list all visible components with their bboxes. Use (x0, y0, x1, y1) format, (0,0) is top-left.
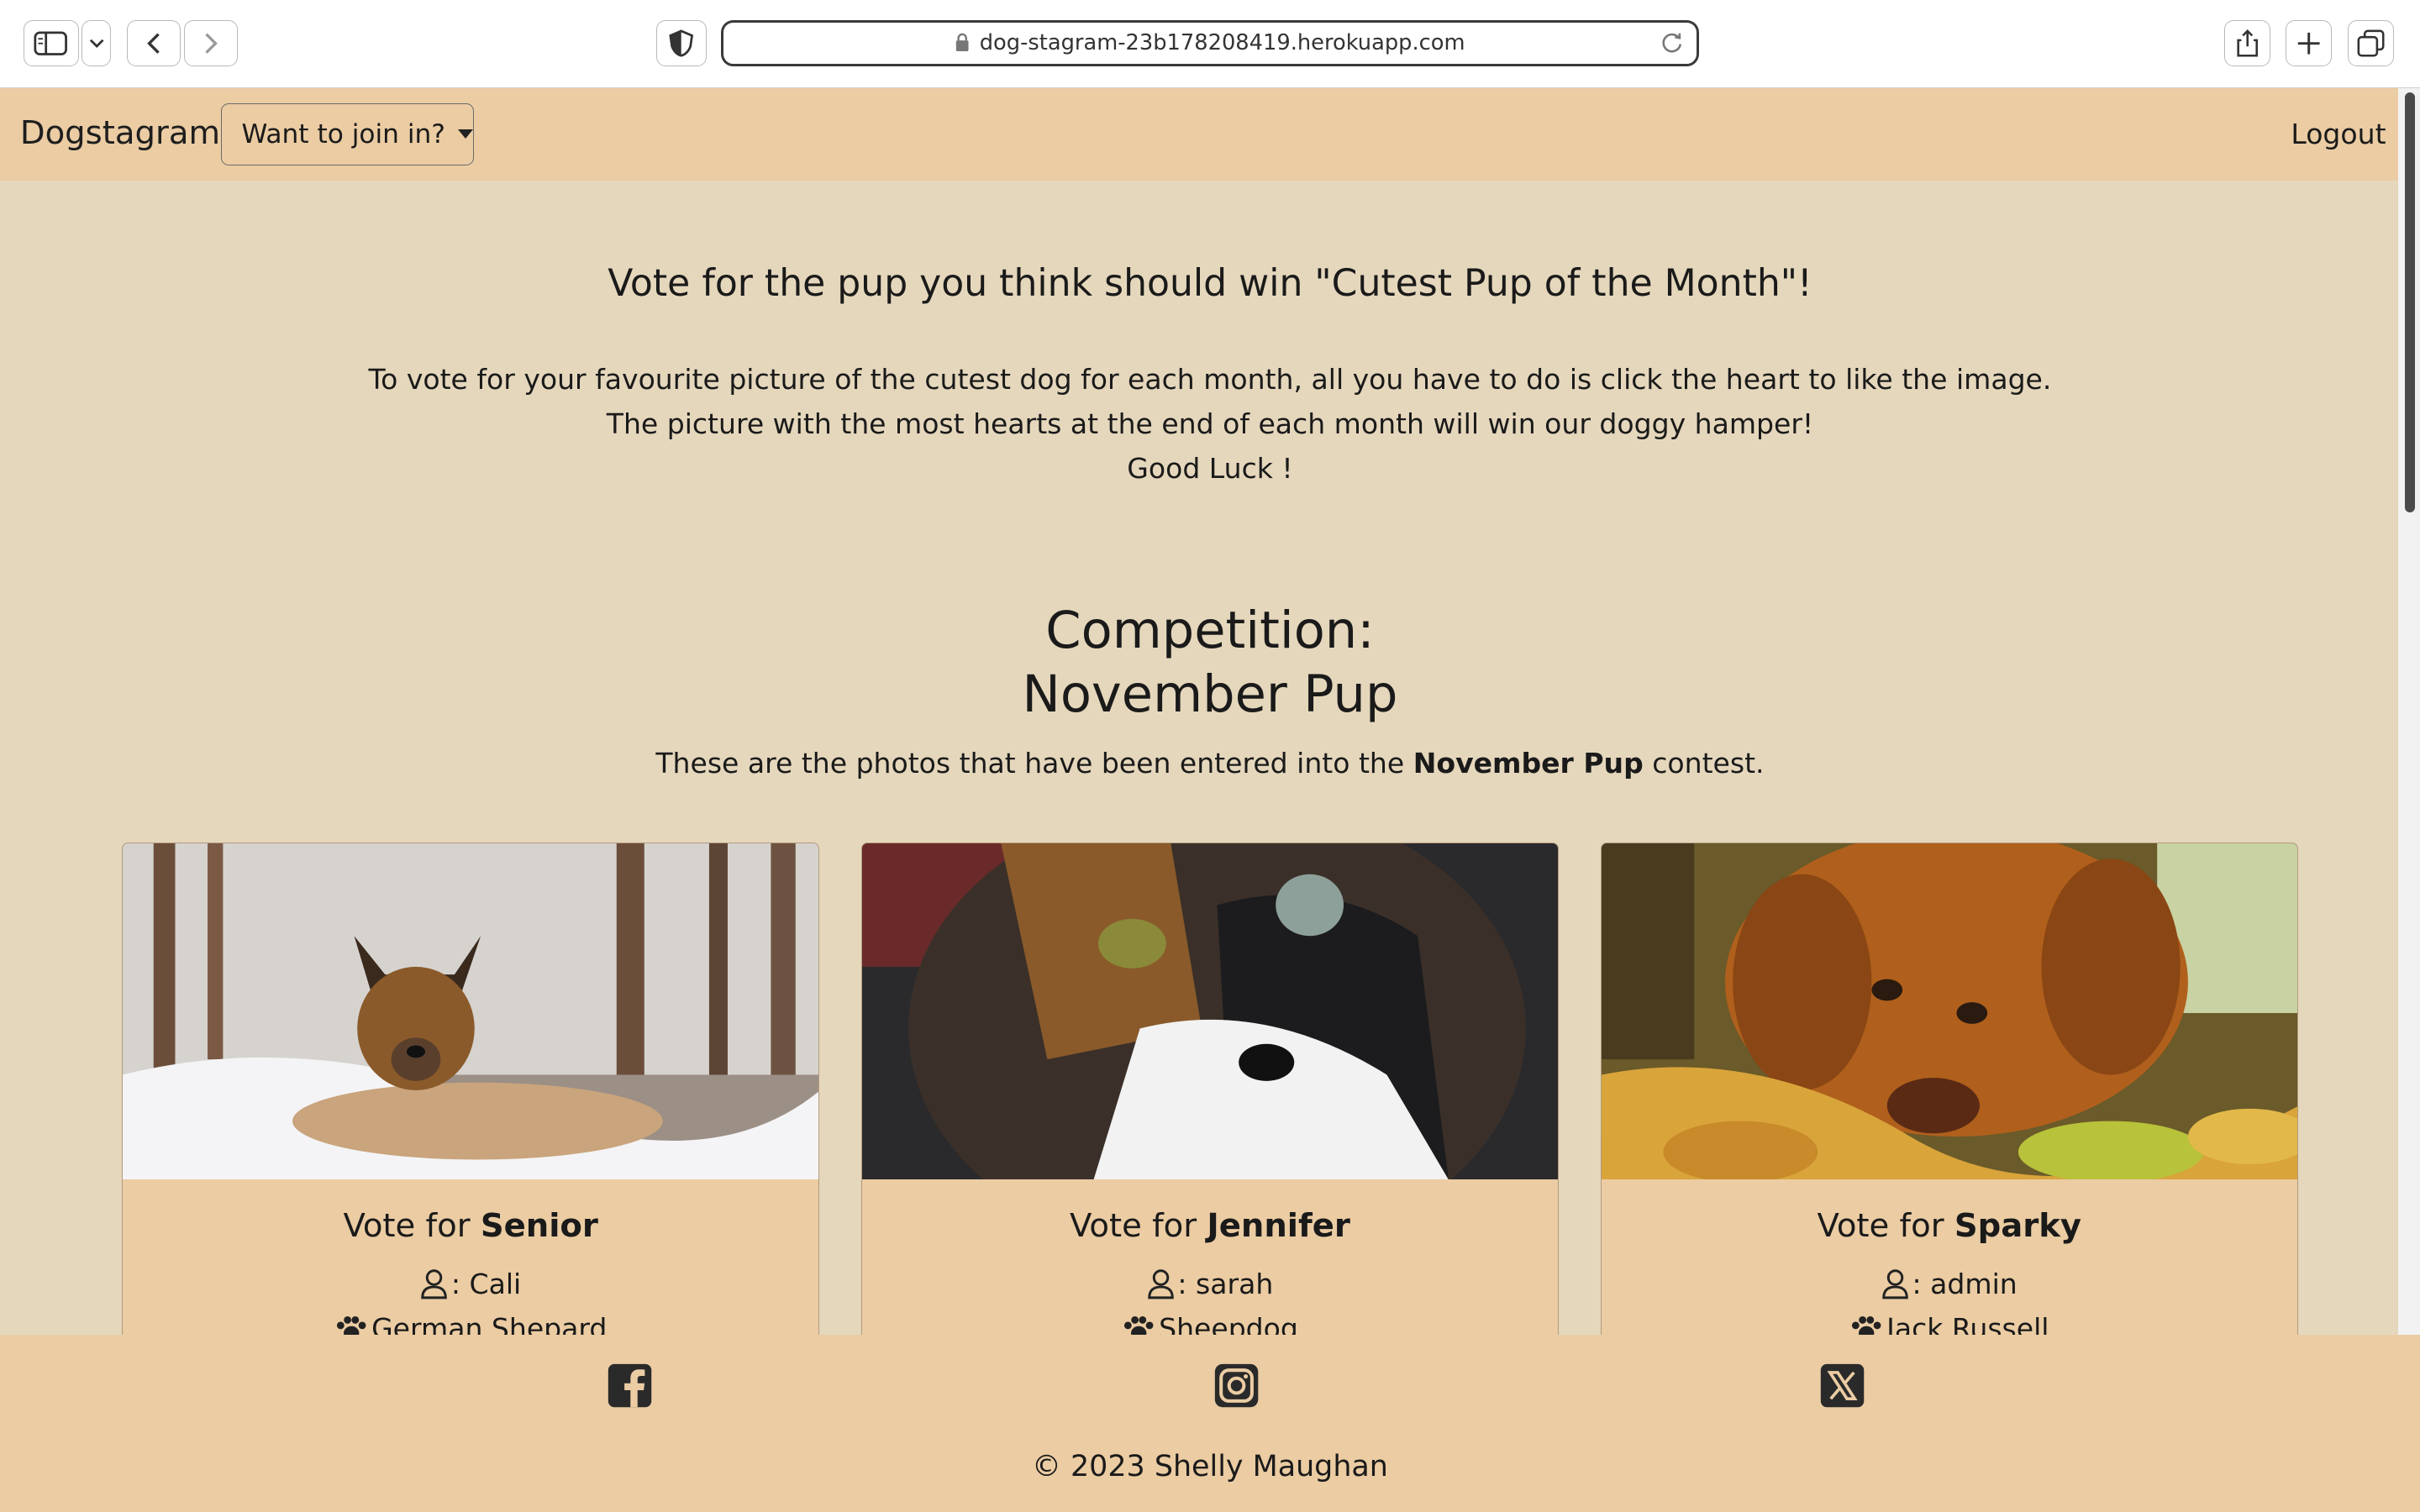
chevron-down-icon (89, 39, 104, 49)
tabs-icon (2357, 29, 2385, 57)
vote-heading: Vote for the pup you think should win "C… (608, 262, 1812, 306)
dog-name: Senior (480, 1207, 598, 1246)
owner-line: : sarah (862, 1268, 1558, 1300)
browser-toolbar: dog-stagram-23b178208419.herokuapp.com (0, 0, 2420, 88)
user-icon (1882, 1269, 1908, 1299)
shield-icon (669, 29, 694, 57)
description-prefix: These are the photos that have been ente… (655, 746, 1413, 780)
owner-line: : Cali (123, 1268, 818, 1300)
entry-card-senior: Vote for Senior : Cali German Shepard (122, 842, 820, 1352)
copyright-text: © 2023 Shelly Maughan (1032, 1450, 1388, 1484)
dog-name: Sparky (1954, 1207, 2082, 1246)
new-tab-button[interactable] (2286, 19, 2333, 66)
lock-icon (956, 34, 969, 52)
owner-line: : admin (1602, 1268, 2297, 1300)
plus-icon (2297, 32, 2320, 55)
dog-photo[interactable] (123, 843, 819, 1180)
intro-line-2: The picture with the most hearts at the … (606, 407, 1814, 440)
competition-description: These are the photos that have been ente… (0, 747, 2420, 780)
join-dropdown-label: Want to join in? (241, 118, 445, 150)
user-icon (421, 1269, 447, 1299)
vote-title: Vote for Sparky (1602, 1207, 2297, 1245)
sidebar-icon (34, 31, 68, 55)
reload-icon[interactable] (1660, 30, 1684, 55)
owner-name: : Cali (450, 1267, 522, 1300)
site-footer: © 2023 Shelly Maughan (0, 1334, 2420, 1512)
entry-card-sparky: Vote for Sparky : admin Jack Russell (1600, 842, 2298, 1352)
description-bold: November Pup (1413, 746, 1644, 780)
dog-photo[interactable] (861, 843, 1559, 1180)
german-shepherd-photo (123, 843, 819, 1180)
back-button[interactable] (126, 19, 181, 66)
vote-prefix: Vote for (343, 1207, 481, 1246)
tab-overview-button[interactable] (2347, 19, 2394, 66)
entry-card-jennifer: Vote for Jennifer : sarah Sheepdog (860, 842, 1560, 1352)
description-suffix: contest. (1643, 746, 1765, 780)
x-icon[interactable] (1819, 1362, 1865, 1409)
instagram-icon[interactable] (1213, 1362, 1260, 1409)
facebook-icon[interactable] (607, 1362, 653, 1409)
retriever-photo (1601, 843, 2297, 1180)
join-dropdown-button[interactable]: Want to join in? (220, 103, 474, 165)
user-icon (1147, 1269, 1174, 1299)
forward-button[interactable] (183, 19, 238, 66)
dog-photo[interactable] (1601, 843, 2297, 1180)
share-icon (2236, 29, 2258, 57)
vote-title: Vote for Jennifer (862, 1207, 1558, 1245)
sidebar-toggle-button[interactable] (23, 19, 79, 66)
owner-name: : admin (1912, 1267, 2018, 1300)
intro-line-1: To vote for your favourite picture of th… (368, 362, 2052, 396)
site-navbar: Dogstagram Want to join in? Logout (0, 87, 2399, 181)
vote-title: Vote for Senior (123, 1207, 818, 1245)
competition-heading: Competition: (1045, 601, 1375, 661)
logout-link[interactable]: Logout (2291, 118, 2386, 150)
chevron-left-icon (146, 33, 160, 54)
vote-prefix: Vote for (1817, 1207, 1954, 1246)
vote-prefix: Vote for (1069, 1207, 1207, 1246)
url-text: dog-stagram-23b178208419.herokuapp.com (979, 30, 1465, 56)
competition-name: November Pup (1022, 664, 1398, 724)
address-bar[interactable]: dog-stagram-23b178208419.herokuapp.com (720, 19, 1700, 66)
dog-name: Jennifer (1207, 1207, 1350, 1246)
caret-down-icon (457, 129, 473, 139)
owner-name: : sarah (1177, 1267, 1274, 1300)
share-button[interactable] (2223, 19, 2270, 66)
calico-cat-photo (861, 843, 1559, 1180)
sidebar-menu-button[interactable] (82, 19, 112, 66)
brand-link[interactable]: Dogstagram (20, 114, 220, 152)
intro-line-3: Good Luck ! (1127, 452, 1293, 486)
chevron-right-icon (205, 33, 218, 54)
privacy-button[interactable] (655, 19, 708, 66)
